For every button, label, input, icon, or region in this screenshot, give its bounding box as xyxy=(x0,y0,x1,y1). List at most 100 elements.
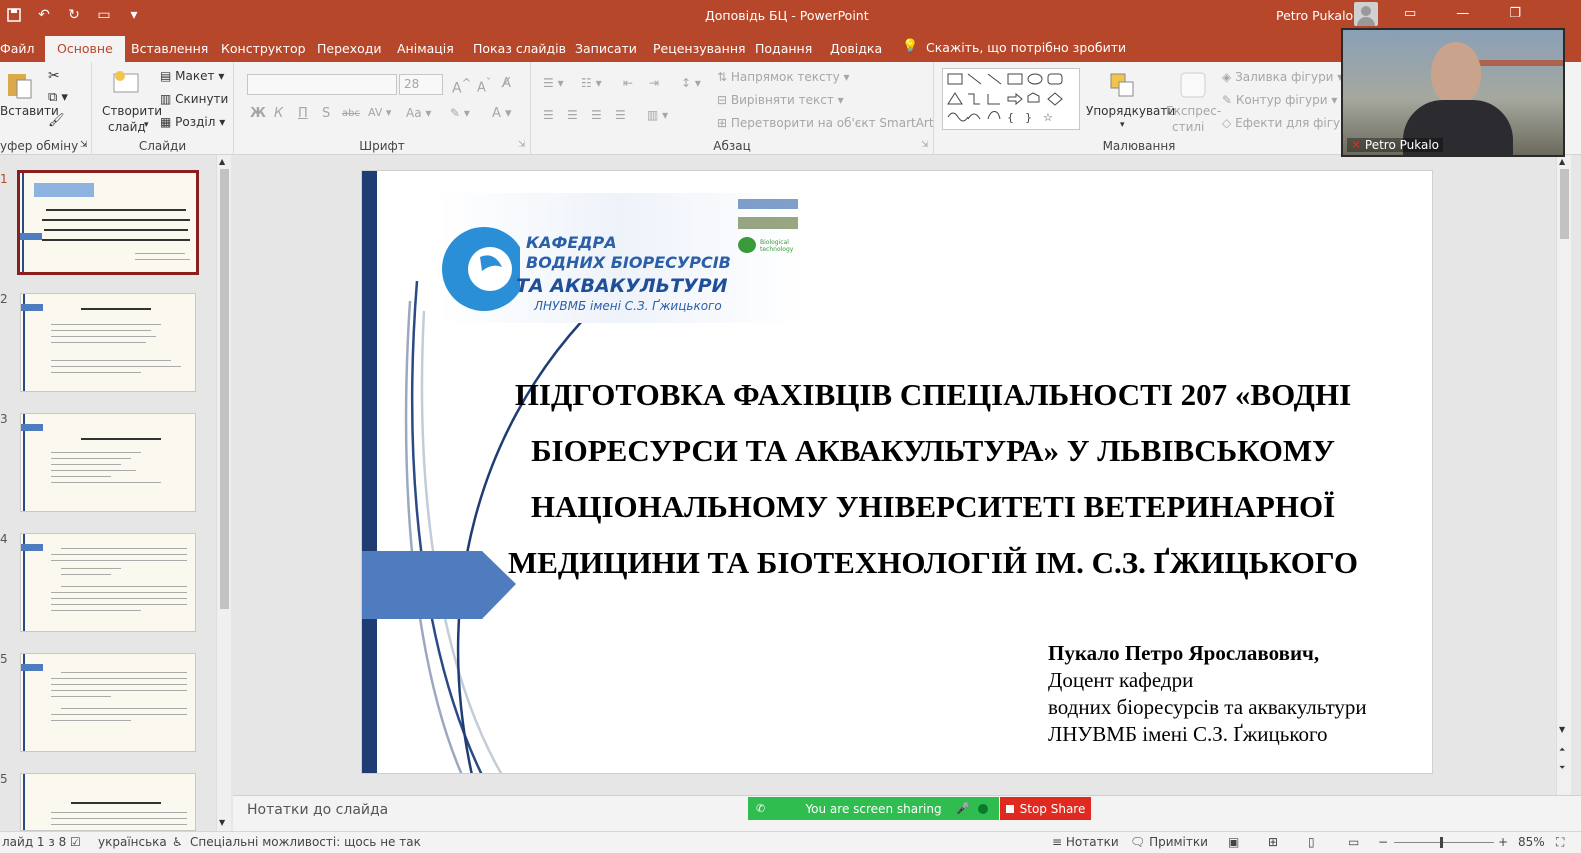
decrease-font-icon[interactable]: Aˇ xyxy=(477,76,491,95)
redo-icon[interactable]: ↻ xyxy=(66,7,82,23)
highlight-icon[interactable]: ✎ ▾ xyxy=(450,106,470,120)
slide-sorter-icon[interactable]: ⊞ xyxy=(1268,835,1278,849)
zoom-out-icon[interactable]: − xyxy=(1378,835,1388,849)
font-name-combo[interactable] xyxy=(247,74,397,95)
tab-review[interactable]: Рецензування xyxy=(653,41,746,56)
thumbnail-slide-4[interactable] xyxy=(20,533,196,632)
customize-qat-icon[interactable]: ▾ xyxy=(126,7,142,23)
thumbnail-slide-1[interactable] xyxy=(17,170,199,275)
align-center-icon[interactable]: ☰ xyxy=(567,108,578,122)
tab-transitions[interactable]: Переходи xyxy=(317,41,382,56)
chevron-down-icon[interactable]: ▾ xyxy=(144,120,149,130)
spellcheck-icon[interactable]: ☑ xyxy=(70,835,81,849)
layout-button[interactable]: ▤ Макет ▾ xyxy=(160,69,224,83)
shapes-gallery[interactable]: {} ☆ xyxy=(942,68,1080,130)
font-dialog-launcher-icon[interactable]: ⇲ xyxy=(518,140,526,150)
mic-muted-icon[interactable]: 🎤 xyxy=(956,802,970,815)
reading-view-icon[interactable]: ▯ xyxy=(1308,835,1315,849)
zoom-slider[interactable] xyxy=(1394,837,1494,848)
arrange-button[interactable]: Упорядкувати xyxy=(1086,104,1175,118)
bullets-icon[interactable]: ☰ ▾ xyxy=(543,76,564,90)
author-block[interactable]: Пукало Петро Ярославович, Доцент кафедри… xyxy=(1048,640,1367,748)
arrange-icon[interactable] xyxy=(1107,70,1137,100)
slideshow-icon[interactable]: ▭ xyxy=(1348,835,1359,849)
scroll-up-icon[interactable]: ▲ xyxy=(1559,157,1565,166)
line-spacing-icon[interactable]: ↕ ▾ xyxy=(681,76,701,90)
thumbnail-slide-5[interactable] xyxy=(20,653,196,752)
thumbnail-slide-6[interactable] xyxy=(20,773,196,831)
zoom-level[interactable]: 85% xyxy=(1518,835,1545,849)
decrease-indent-icon[interactable]: ⇤ xyxy=(623,76,633,90)
scroll-thumb[interactable] xyxy=(220,169,229,609)
bold-icon[interactable]: Ж xyxy=(250,106,266,121)
shadow-icon[interactable]: S xyxy=(322,106,330,121)
slideshow-from-start-icon[interactable]: ▭ xyxy=(96,7,112,23)
user-name[interactable]: Petro Pukalo xyxy=(1276,8,1353,23)
ribbon-display-icon[interactable]: ▭ xyxy=(1404,6,1416,21)
italic-icon[interactable]: К xyxy=(274,106,283,121)
numbering-icon[interactable]: ☷ ▾ xyxy=(581,76,602,90)
normal-view-icon[interactable]: ▣ xyxy=(1228,835,1239,849)
dialog-launcher-icon[interactable]: ⇲ xyxy=(80,140,88,150)
notes-placeholder[interactable]: Нотатки до слайда xyxy=(247,802,388,818)
tab-record[interactable]: Записати xyxy=(575,41,637,56)
tab-home[interactable]: Основне xyxy=(45,36,125,62)
screen-sharing-banner[interactable]: ✆ You are screen sharing 🎤 xyxy=(748,797,999,820)
scroll-down-icon[interactable]: ▼ xyxy=(219,818,225,827)
slide-title[interactable]: ПІДГОТОВКА ФАХІВЦІВ СПЕЦІАЛЬНОСТІ 207 «В… xyxy=(492,367,1374,591)
smartart-button[interactable]: ⊞ Перетворити на об'єкт SmartArt xyxy=(717,116,934,130)
quick-styles-icon[interactable] xyxy=(1178,70,1208,100)
char-spacing-icon[interactable]: AV ▾ xyxy=(368,106,391,119)
tab-design[interactable]: Конструктор xyxy=(221,41,306,56)
format-painter-icon[interactable]: 🖌 xyxy=(48,113,65,128)
thumbnail-slide-2[interactable] xyxy=(20,293,196,392)
strikethrough-icon[interactable]: abc xyxy=(342,108,360,119)
tab-file[interactable]: Файл xyxy=(0,41,35,56)
copy-icon[interactable]: ⧉ ▾ xyxy=(48,90,68,105)
align-text-button[interactable]: ⊟ Вирівняти текст ▾ xyxy=(717,93,844,107)
fit-to-window-icon[interactable]: ⛶ xyxy=(1556,835,1564,850)
paste-icon[interactable] xyxy=(5,70,35,100)
font-color-icon[interactable]: A ▾ xyxy=(492,106,512,121)
minimize-icon[interactable]: — xyxy=(1456,6,1469,21)
next-slide-icon[interactable]: ⏷ xyxy=(1559,763,1565,773)
text-direction-button[interactable]: ⇅ Напрямок тексту ▾ xyxy=(717,70,850,84)
quick-styles-label-1[interactable]: Експрес- xyxy=(1166,104,1221,118)
scroll-down-icon[interactable]: ▼ xyxy=(1559,725,1565,734)
reset-button[interactable]: ▥ Скинути xyxy=(160,92,228,106)
tab-view[interactable]: Подання xyxy=(755,41,812,56)
undo-icon[interactable]: ↶ xyxy=(36,7,52,23)
font-size-combo[interactable]: 28 xyxy=(399,74,443,95)
change-case-button[interactable]: Aa ▾ xyxy=(406,106,431,120)
quick-styles-label-2[interactable]: стилі xyxy=(1172,120,1204,134)
slide-1[interactable]: КАФЕДРА ВОДНИХ БІОРЕСУРСІВ ТА АКВАКУЛЬТУ… xyxy=(361,170,1433,774)
section-button[interactable]: ▦ Розділ ▾ xyxy=(160,115,225,129)
new-slide-label-2[interactable]: слайд xyxy=(108,120,146,134)
columns-icon[interactable]: ▥ ▾ xyxy=(647,108,668,122)
avatar[interactable] xyxy=(1354,2,1378,26)
underline-icon[interactable]: П xyxy=(298,106,308,121)
clear-formatting-icon[interactable]: A̸ xyxy=(502,76,511,91)
previous-slide-icon[interactable]: ⏶ xyxy=(1559,745,1565,755)
new-slide-label-1[interactable]: Створити xyxy=(102,104,162,118)
shape-effects-button[interactable]: ◇ Ефекти для фігур xyxy=(1222,116,1348,130)
new-slide-icon[interactable] xyxy=(112,68,142,98)
align-left-icon[interactable]: ☰ xyxy=(543,108,554,122)
increase-font-icon[interactable]: A^ xyxy=(452,76,471,97)
thumbnail-slide-3[interactable] xyxy=(20,413,196,512)
cut-icon[interactable]: ✂ xyxy=(48,68,60,84)
stop-share-button[interactable]: Stop Share xyxy=(1000,797,1091,820)
save-icon[interactable] xyxy=(6,7,22,23)
tell-me-search[interactable]: Скажіть, що потрібно зробити xyxy=(926,40,1126,55)
language-indicator[interactable]: українська xyxy=(98,835,167,849)
thumbnails-scrollbar[interactable]: ▲ ▼ xyxy=(216,155,231,831)
slide-scrollbar[interactable]: ▲ ▼ ⏶ ⏷ xyxy=(1556,155,1571,795)
paragraph-dialog-launcher-icon[interactable]: ⇲ xyxy=(921,140,929,150)
zoom-in-icon[interactable]: + xyxy=(1498,835,1508,849)
scroll-up-icon[interactable]: ▲ xyxy=(219,157,225,166)
video-overlay[interactable]: ✕ Petro Pukalo xyxy=(1341,28,1565,157)
accessibility-status[interactable]: Спеціальні можливості: щось не так xyxy=(190,835,421,849)
tab-insert[interactable]: Вставлення xyxy=(131,41,208,56)
tab-help[interactable]: Довідка xyxy=(830,41,882,56)
align-right-icon[interactable]: ☰ xyxy=(591,108,602,122)
